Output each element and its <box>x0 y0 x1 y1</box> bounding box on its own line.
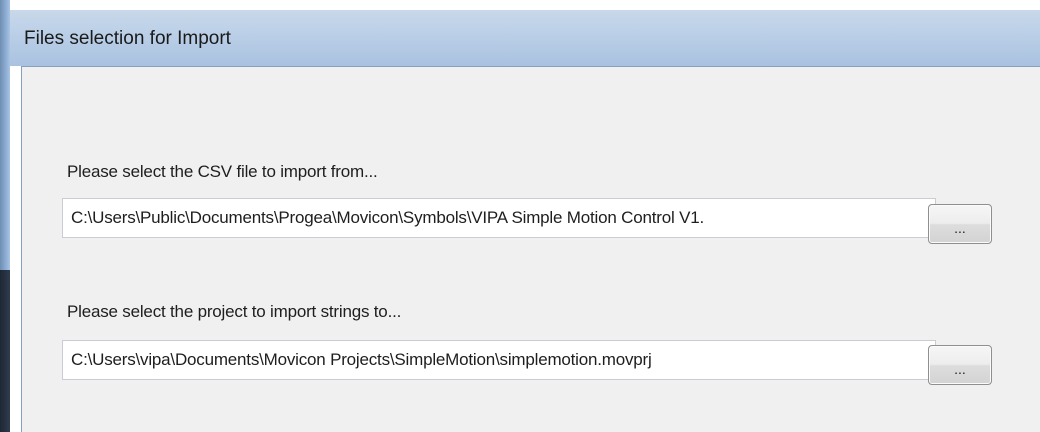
csv-file-path-field[interactable]: C:\Users\Public\Documents\Progea\Movicon… <box>62 198 936 238</box>
csv-file-label: Please select the CSV file to import fro… <box>67 162 378 181</box>
import-dialog: Files selection for Import Please select… <box>0 0 1040 432</box>
window-title: Files selection for Import <box>24 28 231 49</box>
csv-browse-button[interactable]: ... <box>928 204 992 244</box>
title-bar[interactable]: Files selection for Import <box>10 10 1040 66</box>
window-frame-dark-edge <box>0 270 10 432</box>
project-path-field[interactable]: C:\Users\vipa\Documents\Movicon Projects… <box>62 340 936 380</box>
dialog-body: Please select the CSV file to import fro… <box>21 66 1040 432</box>
project-label: Please select the project to import stri… <box>67 302 402 321</box>
project-browse-button[interactable]: ... <box>928 345 992 385</box>
